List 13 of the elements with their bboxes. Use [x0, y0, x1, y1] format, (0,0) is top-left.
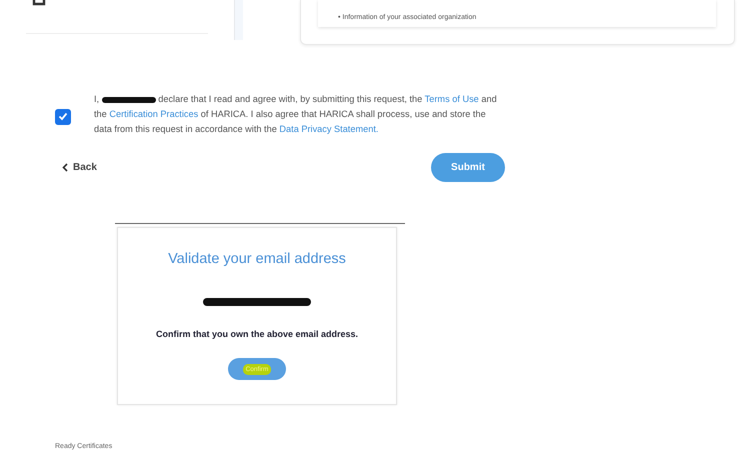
agreement-text: I, declare that I read and agree with, by submitting this request, the Terms of Use and the Certification Practices of HARICA. I also agree that HARICA shall process, use and store the data from this request in accordance with the Data Privacy Statement. [94, 93, 498, 136]
terms-link[interactable]: Terms of Use [424, 94, 479, 104]
back-link[interactable]: Back [62, 162, 97, 173]
check-icon [58, 112, 68, 121]
confirm-message: Confirm that you own the above email address. [156, 329, 358, 339]
redaction-mark [102, 96, 156, 103]
card-title: Validate your email address [168, 251, 346, 267]
submit-button[interactable]: Submit [431, 153, 505, 182]
terms-link[interactable]: Certification Practices [109, 109, 198, 119]
terms-link[interactable]: Data Privacy Statement. [279, 124, 378, 134]
chevron-icon [62, 163, 68, 172]
agreement-checkbox[interactable] [55, 108, 71, 124]
document-icon [32, 0, 46, 6]
